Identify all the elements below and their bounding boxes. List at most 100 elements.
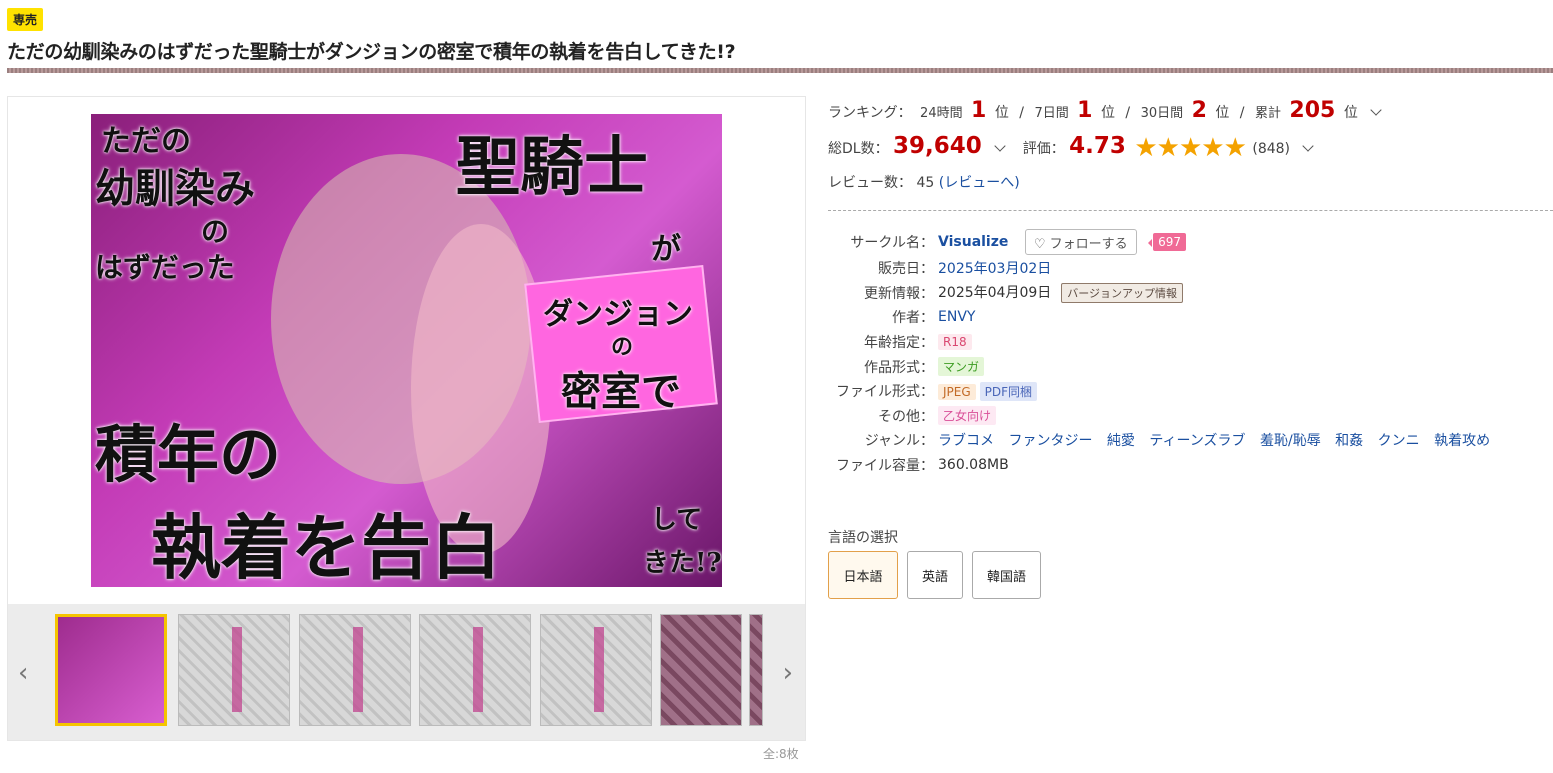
cover-text: の (201, 215, 230, 248)
ranking-label: ランキング： (828, 105, 912, 121)
review-link-paren: ) (1014, 175, 1020, 191)
thumbnail[interactable] (299, 614, 411, 726)
cover-text: ダンジョン (543, 297, 693, 332)
ranking-30d-label: 30日間 (1140, 106, 1184, 121)
image-gallery: ただの 幼馴染み の はずだった 聖騎士 が ダンジョン の 密室で 積年の 執… (7, 96, 806, 741)
chevron-left-icon[interactable]: ‹ (18, 658, 28, 688)
ranking-sep: / (1239, 105, 1245, 121)
downloads-rating-row: 総DL数： 39,640 評価： 4.73 ★★★★★ (848) (828, 133, 1318, 163)
release-date-link[interactable]: 2025年03月02日 (938, 261, 1051, 277)
title-divider (7, 68, 1553, 73)
circle-link[interactable]: Visualize (938, 234, 1008, 250)
review-row: レビュー数： 45 (レビューへ) (828, 172, 1020, 192)
ranking-total-value: 205 (1289, 98, 1336, 123)
format-label: 作品形式： (864, 359, 934, 376)
product-title: ただの幼馴染みのはずだった聖騎士がダンジョンの密室で積年の執着を告白してきた!? (7, 41, 736, 63)
language-japanese-button[interactable]: 日本語 (828, 551, 898, 599)
exclusive-badge: 専売 (7, 8, 44, 31)
thumbnail[interactable] (749, 614, 763, 726)
author-label: 作者： (892, 310, 934, 327)
ranking-unit: 位 (1100, 105, 1115, 121)
chevron-down-icon[interactable] (1370, 104, 1382, 116)
ranking-24h-value: 1 (971, 98, 987, 123)
ranking-sep: / (1125, 105, 1131, 121)
other-label: その他： (878, 408, 934, 425)
follow-button[interactable]: ♡ フォローする (1024, 229, 1137, 255)
ranking-7d-value: 1 (1077, 98, 1093, 123)
genre-link[interactable]: 執着攻め (1434, 433, 1490, 449)
reviews-value: 45 (916, 175, 935, 191)
update-label: 更新情報： (864, 285, 934, 302)
section-divider (828, 210, 1553, 211)
circle-label: サークル名： (850, 235, 934, 251)
genre-label: ジャンル： (864, 433, 934, 450)
thumbnail[interactable] (55, 614, 167, 726)
cover-text: 密室で (561, 368, 681, 415)
genre-link[interactable]: 羞恥/恥辱 (1260, 433, 1321, 449)
genre-link[interactable]: クンニ (1378, 433, 1420, 449)
cover-text: 積年の (95, 418, 282, 491)
cover-text: して (651, 505, 703, 535)
ranking-24h-label: 24時間 (920, 106, 963, 121)
star-rating-icon: ★★★★★ (1134, 133, 1247, 163)
language-label: 言語の選択 (828, 530, 898, 546)
ranking-7d-label: 7日間 (1034, 106, 1069, 121)
reviews-label: レビュー数： (828, 175, 912, 191)
genre-link[interactable]: 和姦 (1335, 433, 1363, 449)
language-korean-button[interactable]: 韓国語 (972, 551, 1041, 599)
cover-text: 幼馴染み (95, 165, 255, 212)
ranking-row: ランキング： 24時間 1 位 / 7日間 1 位 / 30日間 2 位 / 累… (828, 98, 1386, 123)
cover-text: の (611, 334, 634, 360)
rating-count: (848) (1252, 141, 1291, 157)
file-format-label: ファイル形式： (836, 384, 934, 401)
review-link[interactable]: レビューへ (944, 175, 1014, 191)
chevron-down-icon[interactable] (994, 140, 1006, 152)
file-size-label: ファイル容量： (836, 458, 934, 475)
genre-link[interactable]: ラブコメ (938, 433, 994, 449)
heart-icon: ♡ (1033, 237, 1046, 252)
thumbnail[interactable] (419, 614, 531, 726)
follow-count: 697 (1148, 233, 1187, 251)
ranking-sep: / (1019, 105, 1024, 121)
cover-text: が (651, 232, 681, 267)
genre-link[interactable]: ファンタジー (1008, 433, 1092, 449)
cover-text: ただの (101, 124, 191, 159)
main-cover-image[interactable]: ただの 幼馴染み の はずだった 聖騎士 が ダンジョン の 密室で 積年の 執… (91, 114, 722, 587)
age-label: 年齢指定： (864, 335, 934, 352)
language-english-button[interactable]: 英語 (907, 551, 963, 599)
thumbnail[interactable] (178, 614, 290, 726)
rating-value: 4.73 (1069, 133, 1126, 159)
image-count: 全:8枚 (763, 747, 799, 761)
file-size-value: 360.08MB (938, 457, 1009, 474)
update-date: 2025年04月09日 (938, 285, 1052, 302)
follow-label: フォローする (1049, 237, 1128, 252)
downloads-value: 39,640 (893, 133, 982, 159)
cover-text: 執着を告白 (151, 506, 501, 587)
age-rating-tag[interactable]: R18 (938, 334, 972, 351)
file-format-tag[interactable]: JPEG (938, 383, 976, 400)
cover-text: きた!? (643, 548, 722, 578)
ranking-unit: 位 (1343, 105, 1358, 121)
version-info-button[interactable]: バージョンアップ情報 (1061, 283, 1184, 304)
ranking-unit: 位 (994, 105, 1009, 121)
genre-link[interactable]: ティーンズラブ (1149, 433, 1245, 449)
thumbnail-strip: ‹ › (8, 604, 805, 740)
cover-text: はずだった (95, 251, 235, 284)
ranking-30d-value: 2 (1191, 98, 1207, 123)
rating-label: 評価： (1022, 141, 1065, 157)
product-spec-table: サークル名： Visualize ♡ フォローする 697 販売日： 2025年… (828, 228, 1500, 477)
release-label: 販売日： (878, 261, 934, 278)
author-link[interactable]: ENVY (938, 309, 975, 325)
ranking-unit: 位 (1215, 105, 1230, 121)
downloads-label: 総DL数： (828, 141, 889, 157)
genre-link[interactable]: 純愛 (1107, 433, 1135, 449)
other-tag[interactable]: 乙女向け (938, 406, 997, 426)
cover-text: 聖騎士 (456, 130, 648, 205)
chevron-down-icon[interactable] (1302, 140, 1315, 152)
thumbnail[interactable] (540, 614, 652, 726)
thumbnail[interactable] (660, 614, 742, 726)
format-tag[interactable]: マンガ (938, 357, 985, 377)
ranking-total-label: 累計 (1254, 106, 1281, 121)
chevron-right-icon[interactable]: › (783, 658, 793, 688)
file-format-tag[interactable]: PDF同梱 (979, 381, 1038, 401)
